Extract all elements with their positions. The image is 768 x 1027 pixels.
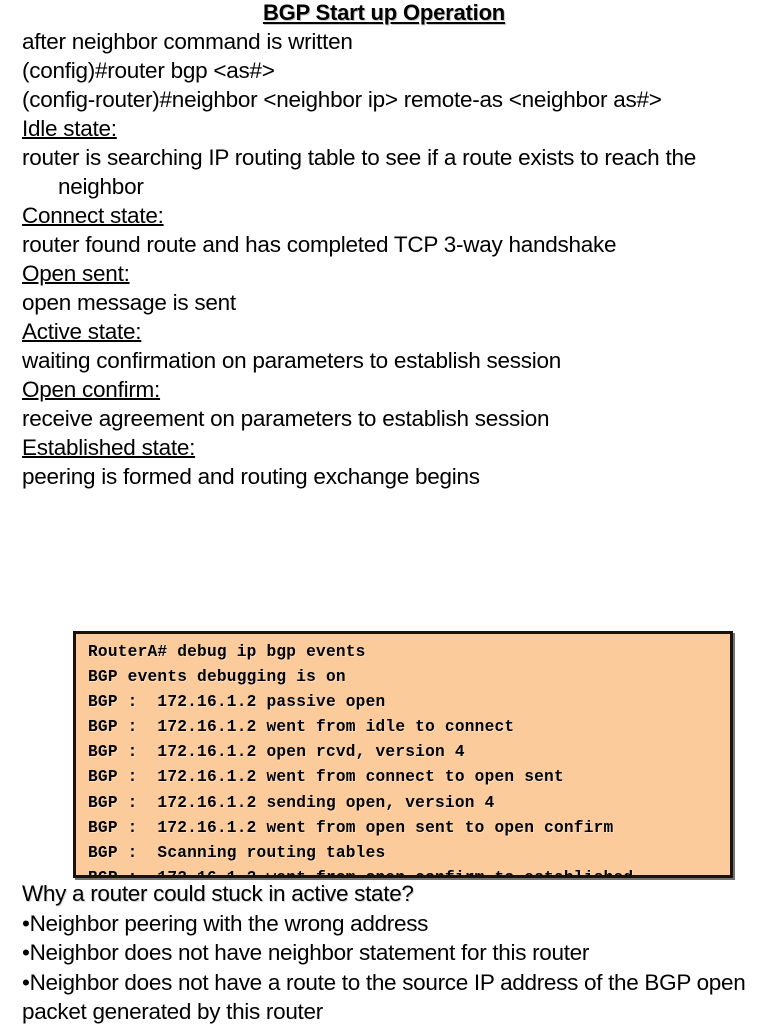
console-line: BGP : 172.16.1.2 went from connect to op… [88,768,564,787]
state-heading-open-sent: Open sent: [22,259,756,288]
question-line: Why a router could stuck in active state… [22,881,414,906]
slide-canvas: BGP Start up Operation after neighbor co… [0,0,768,1024]
state-heading-open-sent-text: Open sent: [22,261,130,287]
console-line: BGP : 172.16.1.2 went from idle to conne… [88,718,515,737]
state-description-open-confirm: receive agreement on parameters to estab… [22,406,550,432]
console-line: BGP : Scanning routing tables [88,843,386,862]
console-line: BGP : 172.16.1.2 went from open sent to … [88,818,614,837]
console-line: BGP : 172.16.1.2 sending open, version 4 [88,793,495,812]
console-line: BGP : 172.16.1.2 open rcvd, version 4 [88,743,465,762]
state-description-established: peering is formed and routing exchange b… [22,464,480,490]
intro-line-0: after neighbor command is written [22,29,353,55]
state-heading-active: Active state: [22,317,756,346]
state-heading-idle: Idle state: [22,114,756,143]
bullet-item: •Neighbor peering with the wrong address [22,910,429,936]
state-heading-connect: Connect state: [22,201,756,230]
state-heading-open-confirm: Open confirm: [22,375,756,404]
console-line: BGP : 172.16.1.2 went from open confirm … [88,868,634,878]
state-heading-idle-text: Idle state: [22,116,117,142]
intro-line-1: (config)#router bgp <as#> [22,58,275,84]
page-title: BGP Start up Operation [262,0,506,25]
slide-body: after neighbor command is written (confi… [0,27,768,491]
bullet-item: •Neighbor does not have neighbor stateme… [22,940,590,965]
console-line: RouterA# debug ip bgp events [88,643,366,661]
state-description-active: waiting confirmation on parameters to es… [22,348,562,374]
state-description-idle: router is searching IP routing table to … [22,145,702,200]
console-output-inner: RouterA# debug ip bgp events BGP events … [76,634,730,878]
bullet-item: •Neighbor does not have a route to the s… [22,969,752,1025]
troubleshooting-block: Why a router could stuck in active state… [0,879,768,1027]
console-line: BGP : 172.16.1.2 passive open [88,693,386,712]
state-heading-established: Established state: [22,433,756,462]
state-heading-active-text: Active state: [22,319,142,345]
state-heading-connect-text: Connect state: [22,203,164,229]
state-heading-established-text: Established state: [22,435,196,461]
state-description-open-sent: open message is sent [22,290,236,316]
console-line: BGP events debugging is on [88,668,346,687]
console-output-box: RouterA# debug ip bgp events BGP events … [73,631,733,878]
state-description-connect: router found route and has completed TCP… [22,232,617,258]
intro-line-2: (config-router)#neighbor <neighbor ip> r… [22,87,662,113]
state-heading-open-confirm-text: Open confirm: [22,377,161,403]
